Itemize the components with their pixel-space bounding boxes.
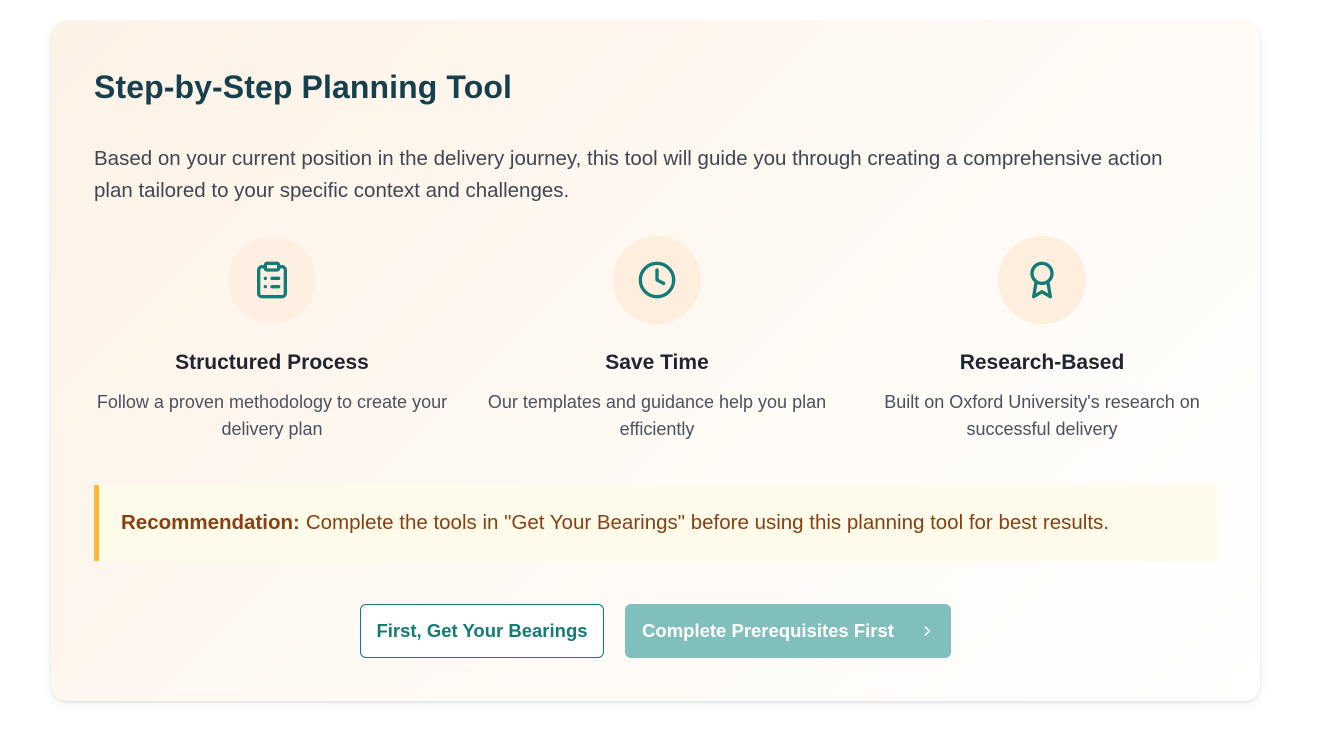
feature-icon-circle bbox=[998, 236, 1086, 324]
feature-description: Built on Oxford University's research on… bbox=[884, 392, 1200, 439]
feature-title: Save Time bbox=[605, 351, 709, 374]
feature-research-based: Research-Based Built on Oxford Universit… bbox=[866, 236, 1218, 443]
get-your-bearings-label: First, Get Your Bearings bbox=[376, 620, 588, 641]
recommendation-label: Recommendation: bbox=[121, 511, 300, 534]
complete-prerequisites-label: Complete Prerequisites First bbox=[642, 620, 894, 641]
planning-tool-card: Step-by-Step Planning Tool Based on your… bbox=[51, 21, 1260, 701]
feature-title: Structured Process bbox=[175, 351, 369, 374]
chevron-right-icon bbox=[920, 624, 934, 638]
feature-structured-process: Structured Process Follow a proven metho… bbox=[96, 236, 448, 443]
feature-description: Our templates and guidance help you plan… bbox=[487, 392, 827, 439]
feature-icon-circle bbox=[228, 236, 316, 324]
get-your-bearings-button[interactable]: First, Get Your Bearings bbox=[360, 604, 604, 658]
feature-title: Research-Based bbox=[959, 351, 1125, 374]
features-row: Structured Process Follow a proven metho… bbox=[94, 236, 1218, 456]
clipboard-list-icon bbox=[257, 261, 287, 299]
page-title: Step-by-Step Planning Tool bbox=[94, 69, 512, 105]
recommendation-text: Complete the tools in "Get Your Bearings… bbox=[305, 511, 1109, 534]
complete-prerequisites-button[interactable]: Complete Prerequisites First bbox=[625, 604, 951, 658]
action-buttons: First, Get Your Bearings Complete Prereq… bbox=[360, 604, 951, 658]
feature-save-time: Save Time Our templates and guidance hel… bbox=[481, 236, 833, 443]
clock-icon bbox=[638, 261, 676, 299]
recommendation-callout: Recommendation: Complete the tools in "G… bbox=[94, 485, 1217, 561]
feature-description: Follow a proven methodology to create yo… bbox=[96, 392, 448, 439]
award-ribbon-icon bbox=[1030, 261, 1054, 299]
feature-icon-circle bbox=[613, 236, 701, 324]
intro-text: Based on your current position in the de… bbox=[94, 147, 1163, 202]
